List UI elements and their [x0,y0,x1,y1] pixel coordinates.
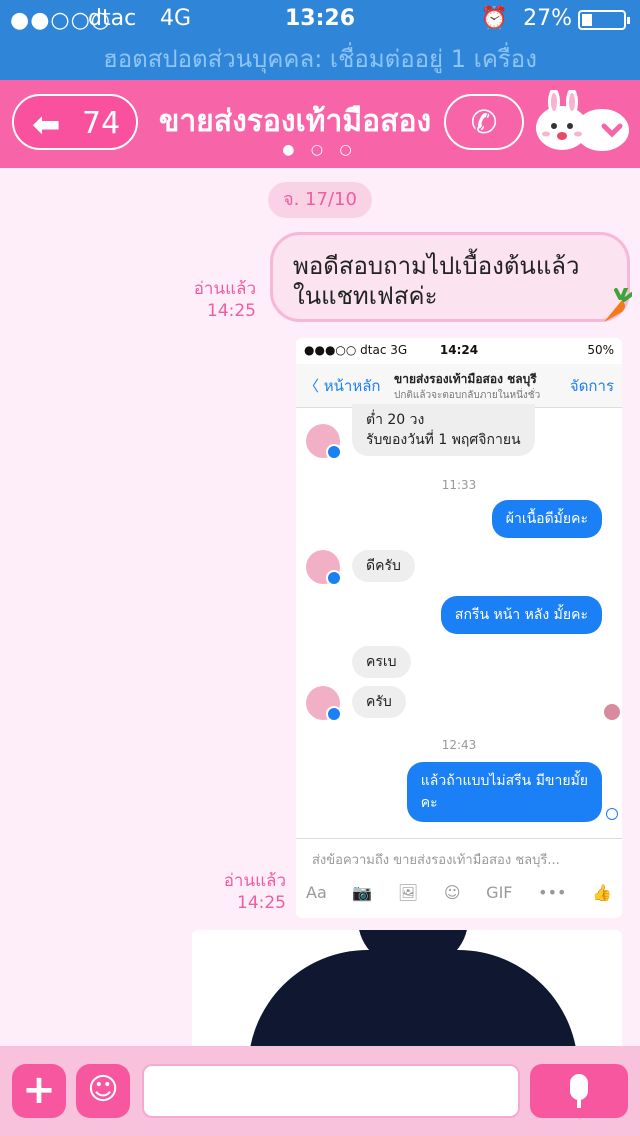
message-time: 14:25 [207,301,256,321]
camera-icon: 📷 [352,883,373,902]
screenshot-nav-bar: 〈 หน้าหลัก ขายส่งรองเท้ามือสอง ชลบุรี ปก… [296,364,622,408]
sent-message-bubble[interactable]: พอดีสอบถามไปเบื้องต้นแล้ว ในแชทเฟสค่ะ [270,232,630,322]
like-icon: 👍 [592,883,612,902]
chat-title: ขายส่งรองเท้ามือสอง [158,104,432,139]
battery-percent: 27% [523,6,572,31]
plus-icon: + [22,1067,56,1113]
screenshot-time: 14:24 [439,343,479,357]
sticker-button[interactable]: ☺ [76,1064,130,1118]
incoming-message: ครเบ [352,646,411,678]
screenshot-timestamp: 12:43 [441,738,477,752]
outgoing-message: สกรีน หน้า หลัง มั้ยคะ [440,596,602,634]
phone-icon: ✆ [470,103,498,141]
smiley-icon: ☺ [87,1072,119,1107]
message-text-line: ต่ำ 20 วง [366,412,425,428]
unread-count: 74 [82,106,121,141]
microphone-stand [577,1100,581,1108]
hotspot-banner[interactable]: ฮอตสปอตส่วนบุคคล: เชื่อมต่ออยู่ 1 เครื่อ… [0,40,640,80]
contact-avatar [306,424,342,460]
chat-header: ⬅ 74 ขายส่งรองเท้ามือสอง ✆ ● ○ ○ [0,80,640,168]
screenshot-compose-placeholder: ส่งข้อความถึง ขายส่งรองเท้ามือสอง ชลบุรี… [312,853,560,868]
status-bar: ●●○○○ dtac 4G 13:26 ⏰ 27% [0,0,640,40]
text-format-icon: Aa [306,883,327,902]
message-time: 14:25 [237,893,286,913]
screenshot-battery: 50% [587,343,614,357]
seen-check-icon [606,808,618,820]
emoji-icon: ☺ [443,883,461,902]
screenshot-back-link: 〈 หน้าหลัก [304,377,381,395]
contact-avatar [306,550,342,586]
screenshot-image-message[interactable]: ●●●○○ dtac 3G 14:24 50% 〈 หน้าหลัก ขายส่… [296,338,622,918]
read-receipt: อ่านแล้ว 14:25 [200,870,286,914]
read-label: อ่านแล้ว [223,871,286,891]
voice-button[interactable] [530,1064,628,1118]
screenshot-compose-bar: ส่งข้อความถึง ขายส่งรองเท้ามือสอง ชลบุรี… [296,838,622,918]
battery-icon [578,10,630,30]
message-text-line: รับของวันที่ 1 พฤศจิกายน [366,432,521,448]
input-bar: + ☺ [0,1046,640,1136]
microphone-icon [570,1074,588,1100]
date-separator: จ. 17/10 [268,182,372,218]
gif-icon: GIF [486,883,513,902]
alarm-icon: ⏰ [480,6,508,31]
message-text-line: คะ [420,795,438,811]
read-receipt: อ่านแล้ว 14:25 [170,278,256,322]
page-indicator: ● ○ ○ [282,142,358,158]
screenshot-status-bar: ●●●○○ dtac 3G 14:24 50% [296,338,622,362]
photo-message[interactable] [192,930,622,1050]
gallery-icon: 🖼 [397,883,419,902]
message-text-line: พอดีสอบถามไปเบื้องต้นแล้ว [293,252,580,280]
more-icon: ••• [538,883,567,902]
read-avatar [604,704,620,720]
message-text-line: แล้วถ้าแบบไม่สรีน มีขายมั้ย [420,773,588,789]
carrot-icon [604,288,632,322]
incoming-message: ต่ำ 20 วง รับของวันที่ 1 พฤศจิกายน [352,404,535,456]
screenshot-title: ขายส่งรองเท้ามือสอง ชลบุรี [394,372,537,386]
outgoing-message: ผ้าเนื้อดีมั้ยคะ [491,500,602,538]
back-arrow-icon: ⬅ [32,105,61,145]
add-button[interactable]: + [12,1064,66,1118]
message-input[interactable] [142,1064,520,1118]
screenshot-subtitle: ปกติแล้วจะตอบกลับภายในหนึ่งชั่ว [394,390,541,401]
screenshot-toolbar: Aa 📷 🖼 ☺ GIF ••• 👍 [306,883,612,907]
outgoing-message: แล้วถ้าแบบไม่สรีน มีขายมั้ย คะ [406,762,602,822]
message-text-line: ในแชทเฟสค่ะ [293,282,438,310]
contact-avatar [306,686,342,722]
incoming-message: ครับ [352,686,406,718]
screenshot-timestamp: 11:33 [441,478,477,492]
read-label: อ่านแล้ว [193,279,256,299]
incoming-message: ดีครับ [352,550,415,582]
screenshot-manage-link: จัดการ [569,377,614,395]
